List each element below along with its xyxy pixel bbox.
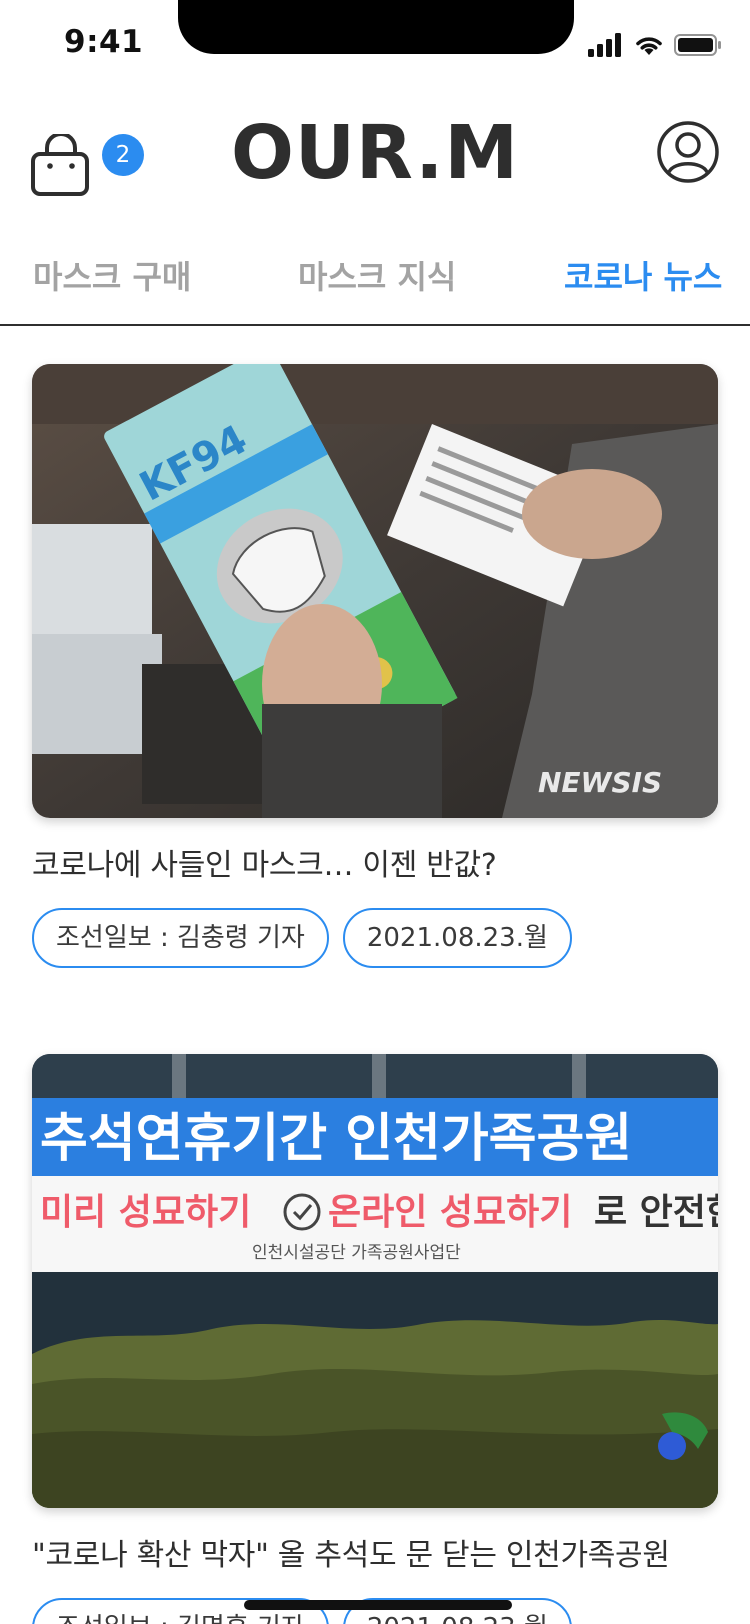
news-thumbnail[interactable]: 추석연휴기간 인천가족공원 미리 성묘하기 온라인 성묘하기 로 안전한 인천시…: [32, 1054, 718, 1508]
news-thumbnail[interactable]: KF94 NEWSIS: [32, 364, 718, 818]
status-time: 9:41: [64, 24, 144, 60]
banner-line-2c: 로 안전한: [594, 1192, 718, 1233]
mask-purchase-photo: KF94 NEWSIS: [32, 364, 718, 818]
banner-line-2a: 미리 성묘하기: [40, 1192, 251, 1233]
device-notch: [178, 0, 574, 54]
tab-mask-purchase[interactable]: 마스크 구매: [33, 252, 191, 298]
home-indicator[interactable]: [244, 1600, 512, 1610]
wifi-icon: [636, 37, 662, 55]
news-title[interactable]: 코로나에 사들인 마스크… 이젠 반값?: [32, 840, 718, 884]
category-tabs: 마스크 구매 마스크 지식 코로나 뉴스: [0, 246, 750, 326]
family-park-banner-photo: 추석연휴기간 인천가족공원 미리 성묘하기 온라인 성묘하기 로 안전한 인천시…: [32, 1054, 718, 1508]
app-header: 2 OUR.M: [0, 100, 750, 210]
news-card[interactable]: KF94 NEWSIS 코로나에 사들인 마스크… 이젠 반값? 조선일보 : …: [32, 364, 718, 968]
app-logo: OUR.M: [230, 110, 520, 196]
news-date-tag: 2021.08.23.월: [342, 908, 572, 968]
newsis-watermark: NEWSIS: [538, 766, 662, 799]
news-meta: 조선일보 : 김충령 기자 2021.08.23.월: [32, 908, 718, 968]
banner-line-2b: 온라인 성묘하기: [328, 1192, 572, 1233]
tab-mask-knowledge[interactable]: 마스크 지식: [298, 252, 456, 298]
news-card[interactable]: 추석연휴기간 인천가족공원 미리 성묘하기 온라인 성묘하기 로 안전한 인천시…: [32, 1054, 718, 1624]
tab-corona-news[interactable]: 코로나 뉴스: [564, 252, 722, 298]
banner-line-1: 추석연휴기간 인천가족공원: [40, 1109, 632, 1169]
news-title[interactable]: "코로나 확산 막자" 올 추석도 문 닫는 인천가족공원: [32, 1530, 718, 1574]
status-icons: [588, 30, 722, 60]
screen: 9:41 2 OUR.M 마스크 구매 마스크 지식 코로나 뉴스 KF94 N…: [0, 0, 750, 1624]
profile-button[interactable]: [656, 120, 720, 184]
news-source-tag: 조선일보 : 김충령 기자: [32, 908, 329, 968]
banner-line-3: 인천시설공단 가족공원사업단: [252, 1243, 461, 1263]
battery-icon: [674, 34, 721, 56]
status-bar: 9:41: [0, 0, 750, 92]
cellular-signal-icon: [588, 33, 621, 57]
user-circle-icon: [657, 121, 719, 183]
